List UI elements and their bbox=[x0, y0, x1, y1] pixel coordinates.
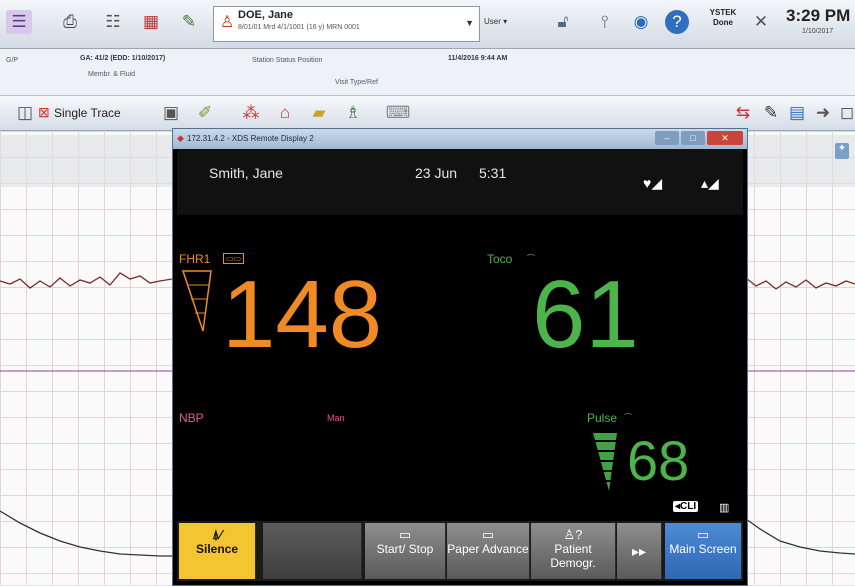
main-screen-icon: ▭ bbox=[696, 527, 710, 542]
edit-icon[interactable]: ✐ bbox=[192, 101, 218, 125]
window-title: 172.31.4.2 - XDS Remote Display 2 bbox=[187, 134, 314, 143]
monitor-header: Smith, Jane 23 Jun 5:31 ♥◢ ▴◢ bbox=[177, 149, 743, 215]
print-icon[interactable]: ⎙ bbox=[57, 10, 83, 34]
pregnancy-icon[interactable]: ☰ bbox=[6, 10, 32, 34]
paper-advance-label: Paper Advance bbox=[447, 542, 529, 556]
monitor-screen: Smith, Jane 23 Jun 5:31 ♥◢ ▴◢ FHR1 ▭ ▭ 14… bbox=[177, 149, 743, 581]
gp-label: G/P bbox=[6, 57, 19, 64]
user-select[interactable]: User ▾ bbox=[484, 17, 507, 26]
close-button[interactable]: ✕ bbox=[707, 131, 743, 145]
visit-label: Visit Type/Ref bbox=[335, 79, 378, 86]
pulse-value: 68 bbox=[627, 429, 690, 492]
admit-time: 11/4/2016 9:44 AM bbox=[448, 55, 508, 62]
window-icon[interactable]: ◻ bbox=[834, 101, 855, 125]
help-icon[interactable]: ? bbox=[665, 10, 689, 34]
pulse-signal-quality-icon bbox=[593, 433, 617, 491]
pulse-label: Pulse bbox=[587, 411, 618, 425]
blank-softkey[interactable] bbox=[263, 523, 362, 579]
patient-demogr-label: Patient Demogr. bbox=[550, 542, 596, 570]
done-status[interactable]: YSTEK Done bbox=[704, 8, 742, 38]
alarm-volume-icon[interactable]: ▴◢ bbox=[701, 175, 719, 192]
main-screen-label: Main Screen bbox=[669, 542, 737, 556]
tools-cross-icon[interactable]: ✕ bbox=[748, 10, 774, 34]
tool-icon[interactable]: ✦ bbox=[835, 143, 849, 159]
minimize-button[interactable]: – bbox=[655, 131, 679, 145]
chevron-down-icon: ▾ bbox=[503, 17, 508, 26]
globe-icon[interactable]: ◉ bbox=[628, 10, 654, 34]
patient-name: DOE, Jane bbox=[238, 9, 294, 21]
patient-info-strip: G/P GA: 41/2 (EDD: 1/10/2017) Membr. & F… bbox=[0, 49, 855, 96]
split-view-icon[interactable]: ◫ bbox=[12, 101, 38, 125]
connection-icon: ◂CLI bbox=[673, 501, 699, 512]
toco-label: Toco bbox=[487, 252, 513, 266]
toco-value: 61 bbox=[532, 261, 639, 368]
main-screen-button[interactable]: ▭ Main Screen bbox=[665, 523, 742, 579]
patient-demographics-button[interactable]: ♙? Patient Demogr. bbox=[531, 523, 616, 579]
home-icon[interactable]: ⌂ bbox=[272, 101, 298, 125]
pulse-icon: ⌒ bbox=[624, 413, 632, 422]
patient-demographics-icon: ♙? bbox=[563, 527, 583, 542]
pin-icon[interactable]: ⫯ bbox=[592, 10, 618, 34]
app-icon: ◆ bbox=[177, 133, 184, 143]
softkey-bar: ⍋⁄ Silence ▭ Start/ Stop ▭ Paper Advance… bbox=[177, 521, 743, 581]
view-toolbar: ◫ ⊠ Single Trace ▣ ✐ ⁂ ⌂ ▰ ♗ ⌨ ⇆ ✎ ▤ ➜ ◻ bbox=[0, 96, 855, 131]
grid-icon[interactable]: ▦ bbox=[138, 10, 164, 34]
keyboard-icon[interactable]: ⌨ bbox=[385, 101, 411, 125]
double-chevron-right-icon: ▸▸ bbox=[631, 543, 647, 559]
tools-icon[interactable]: ✎ bbox=[176, 10, 202, 34]
nbp-label: NBP bbox=[179, 411, 204, 425]
station-label: Station Status Position bbox=[252, 57, 323, 64]
paper-advance-icon: ▭ bbox=[481, 527, 495, 542]
monitor-patient-name: Smith, Jane bbox=[209, 165, 283, 181]
alarm-silence-icon: ⍋⁄ bbox=[212, 527, 222, 542]
fhr-signal-quality-icon bbox=[181, 270, 212, 332]
swap-icon[interactable]: ⇆ bbox=[730, 101, 756, 125]
ga-label: GA: 41/2 (EDD: 1/10/2017) bbox=[80, 55, 166, 62]
start-stop-label: Start/ Stop bbox=[376, 542, 434, 556]
folder-icon[interactable]: ▰ bbox=[306, 101, 332, 125]
lock-icon[interactable]: 🔓︎ bbox=[550, 10, 576, 34]
arrow-icon[interactable]: ➜ bbox=[810, 101, 836, 125]
single-trace-button[interactable]: Single Trace bbox=[54, 106, 121, 120]
membrane-label: Membr. & Fluid bbox=[88, 71, 136, 78]
recorder-icon: ▥ bbox=[719, 502, 730, 514]
clock-time: 3:29 PM bbox=[786, 6, 851, 25]
next-page-button[interactable]: ▸▸ bbox=[617, 523, 662, 579]
markers-icon[interactable]: ⁂ bbox=[238, 101, 264, 125]
document-icon[interactable]: ▤ bbox=[784, 101, 810, 125]
window-titlebar[interactable]: ◆ 172.31.4.2 - XDS Remote Display 2 – □ … bbox=[173, 129, 747, 149]
single-trace-icon: ⊠ bbox=[38, 104, 50, 120]
patient-selector[interactable]: ♙ DOE, Jane 8/01/01 Mrd 4/1/1001 (16 y) … bbox=[213, 6, 480, 42]
monitor-date: 23 Jun bbox=[415, 165, 458, 181]
pencil-icon[interactable]: ✎ bbox=[758, 101, 784, 125]
monitor-time: 5:31 bbox=[479, 165, 507, 181]
maximize-button[interactable]: □ bbox=[681, 131, 705, 145]
silence-button[interactable]: ⍋⁄ Silence bbox=[179, 523, 256, 579]
fhr1-value: 148 bbox=[222, 261, 383, 368]
recorder-start-icon: ▭ bbox=[398, 527, 412, 542]
list-icon[interactable]: ☷ bbox=[100, 10, 126, 34]
fhr1-label: FHR1 bbox=[179, 252, 211, 266]
chart-icon[interactable]: ▣ bbox=[158, 101, 184, 125]
nbp-mode: Man bbox=[327, 413, 345, 423]
main-toolbar: ☰ ⎙ ☷ ▦ ✎ ♙ DOE, Jane 8/01/01 Mrd 4/1/10… bbox=[0, 0, 855, 49]
heart-volume-icon[interactable]: ♥◢ bbox=[643, 175, 662, 192]
start-stop-button[interactable]: ▭ Start/ Stop bbox=[365, 523, 446, 579]
patient-icon: ♙ bbox=[220, 14, 235, 31]
user-label: User bbox=[484, 17, 501, 26]
remote-display-window: ◆ 172.31.4.2 - XDS Remote Display 2 – □ … bbox=[172, 128, 748, 586]
clock-date: 1/10/2017 bbox=[802, 28, 834, 35]
paper-advance-button[interactable]: ▭ Paper Advance bbox=[447, 523, 530, 579]
chevron-down-icon[interactable]: ▼ bbox=[465, 18, 474, 28]
patient-meta: 8/01/01 Mrd 4/1/1001 (16 y) MRN 0001 bbox=[238, 24, 360, 31]
person-icon[interactable]: ♗ bbox=[340, 101, 366, 125]
silence-label: Silence bbox=[195, 542, 239, 556]
